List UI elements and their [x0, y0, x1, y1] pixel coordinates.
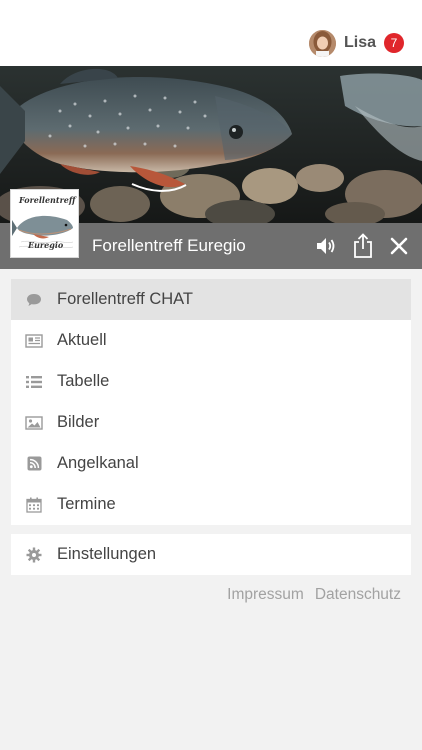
logo-text-bottom: Euregio: [28, 240, 64, 250]
datenschutz-link[interactable]: Datenschutz: [315, 586, 401, 604]
menu-item-label: Angelkanal: [57, 454, 139, 472]
menu-item-aktuell[interactable]: Aktuell: [11, 320, 411, 361]
avatar[interactable]: [308, 29, 336, 57]
channel-title: Forellentreff Euregio: [92, 236, 246, 255]
sound-icon[interactable]: [312, 223, 342, 269]
footer-links: Impressum Datenschutz: [227, 586, 401, 604]
user-profile[interactable]: Lisa 7: [308, 29, 404, 57]
menu-item-label: Bilder: [57, 413, 100, 431]
menu-item-label: Aktuell: [57, 331, 107, 349]
list-icon: [11, 375, 57, 389]
notification-badge: 7: [384, 33, 404, 53]
channel-logo: Forellentreff Euregio: [10, 189, 79, 258]
newspaper-icon: [11, 333, 57, 348]
settings-menu: Einstellungen: [11, 534, 411, 575]
calendar-icon: [11, 497, 57, 513]
menu-item-label: Einstellungen: [57, 545, 157, 563]
menu-item-label: Termine: [57, 495, 116, 513]
close-icon[interactable]: [387, 223, 411, 269]
gear-icon: [11, 547, 57, 563]
logo-text-top: Forellentreff: [19, 195, 76, 205]
chat-bubble-icon: [11, 293, 57, 307]
top-bar: Lisa 7: [0, 0, 422, 66]
menu-item-termine[interactable]: Termine: [11, 484, 411, 525]
menu-item-einstellungen[interactable]: Einstellungen: [11, 534, 411, 575]
menu-item-chat[interactable]: Forellentreff CHAT: [11, 279, 411, 320]
rss-icon: [11, 456, 57, 471]
menu-item-angelkanal[interactable]: Angelkanal: [11, 443, 411, 484]
image-icon: [11, 415, 57, 430]
menu-item-label: Tabelle: [57, 372, 110, 390]
menu-item-label: Forellentreff CHAT: [57, 290, 194, 308]
share-icon[interactable]: [349, 223, 377, 269]
username: Lisa: [343, 34, 376, 51]
menu-item-bilder[interactable]: Bilder: [11, 402, 411, 443]
main-menu: Forellentreff CHAT Aktuell Tabelle Bilde…: [11, 279, 411, 525]
impressum-link[interactable]: Impressum: [227, 586, 304, 604]
menu-item-tabelle[interactable]: Tabelle: [11, 361, 411, 402]
